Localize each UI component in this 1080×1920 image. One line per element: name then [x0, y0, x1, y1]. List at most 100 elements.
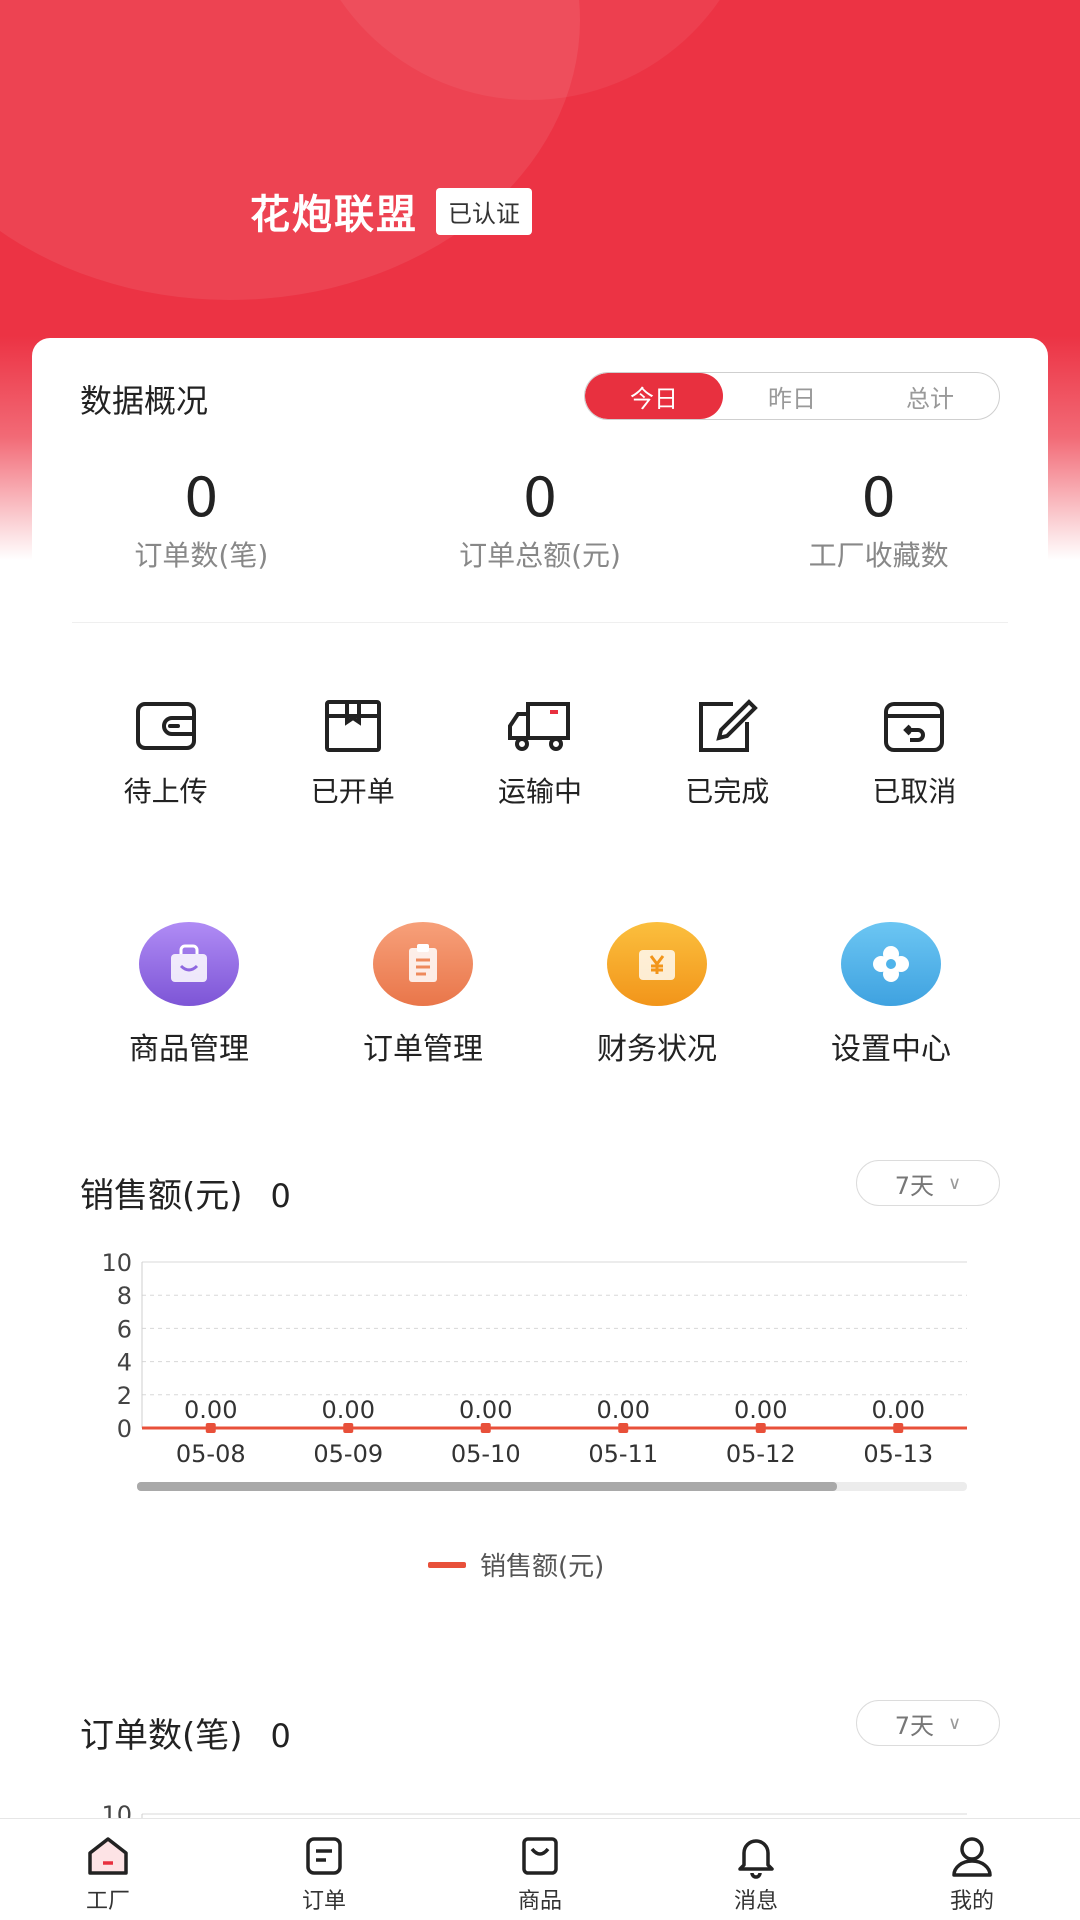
data-label: 0.00 — [597, 1396, 650, 1424]
menu-order-management[interactable]: 订单管理 — [306, 922, 540, 1068]
sales-title: 销售额(元) — [80, 1176, 243, 1216]
chevron-down-icon: ∨ — [948, 1712, 962, 1734]
menu-icon-bg — [607, 922, 707, 1006]
data-label: 0.00 — [184, 1396, 237, 1424]
menu-icon-bg — [373, 922, 473, 1006]
range-label: 7天 — [894, 1171, 935, 1200]
bottom-tab-bar: 工厂 订单 商品 消息 我的 — [0, 1818, 1080, 1920]
sales-value: 0 — [270, 1177, 291, 1215]
stat-value: 0 — [861, 466, 896, 529]
legend-label: 销售额(元) — [480, 1552, 605, 1582]
data-point — [343, 1423, 354, 1433]
stats-row: 0 订单数(笔) 0 订单总额(元) 0 工厂收藏数 — [32, 468, 1048, 574]
tab-total[interactable]: 总计 — [861, 373, 999, 419]
bell-icon — [738, 1839, 774, 1879]
bag-icon — [171, 944, 207, 982]
y-tick-label: 2 — [117, 1382, 132, 1410]
order-status-pending-upload[interactable]: 待上传 — [72, 698, 259, 810]
orders-count-header: 订单数(笔) 0 — [80, 1708, 291, 1757]
tab-label: 工厂 — [85, 1889, 130, 1914]
order-status-label: 已开单 — [310, 775, 395, 808]
factory-home-icon — [88, 1837, 128, 1875]
y-tick-label: 6 — [117, 1315, 132, 1343]
brand-header: 花炮联盟 已认证 — [250, 182, 532, 240]
edit-icon — [699, 699, 759, 752]
y-tick-label: 0 — [117, 1415, 132, 1443]
orders-count-value: 0 — [270, 1717, 291, 1755]
divider — [72, 622, 1008, 623]
order-status-label: 待上传 — [123, 775, 208, 808]
tab-products[interactable]: 商品 — [432, 1819, 648, 1920]
chevron-down-icon: ∨ — [948, 1172, 962, 1194]
order-status-cancelled[interactable]: 已取消 — [821, 698, 1008, 810]
menu-label: 设置中心 — [831, 1032, 951, 1067]
tab-mine[interactable]: 我的 — [864, 1819, 1080, 1920]
tab-label: 商品 — [517, 1889, 562, 1914]
data-label: 0.00 — [872, 1396, 925, 1424]
data-label: 0.00 — [459, 1396, 512, 1424]
data-point — [205, 1423, 216, 1433]
menu-label: 财务状况 — [597, 1032, 717, 1067]
period-switch: 今日 昨日 总计 — [584, 372, 1000, 420]
menu-settings[interactable]: 设置中心 — [774, 922, 1008, 1068]
stat-order-count[interactable]: 0 订单数(笔) — [32, 468, 371, 574]
user-icon — [952, 1837, 992, 1877]
function-menu-row: 商品管理 订单管理 财务状况 设置中心 — [32, 922, 1048, 1068]
stat-favorites[interactable]: 0 工厂收藏数 — [709, 468, 1048, 574]
data-point — [893, 1423, 904, 1433]
order-list-icon — [306, 1837, 342, 1875]
tab-yesterday[interactable]: 昨日 — [723, 373, 861, 419]
x-tick-label: 05-08 — [176, 1440, 246, 1468]
stat-order-amount[interactable]: 0 订单总额(元) — [371, 468, 710, 574]
order-status-completed[interactable]: 已完成 — [634, 698, 821, 810]
return-box-icon — [884, 702, 945, 752]
y-tick-label: 4 — [117, 1349, 132, 1377]
sales-header: 销售额(元) 0 — [80, 1168, 291, 1217]
data-label: 0.00 — [734, 1396, 787, 1424]
yen-icon — [639, 950, 675, 980]
chart-legend[interactable]: 销售额(元) — [428, 1546, 604, 1583]
shop-bag-icon — [522, 1837, 558, 1875]
x-tick-label: 05-10 — [451, 1440, 521, 1468]
overview-title: 数据概况 — [80, 382, 209, 420]
order-status-label: 已取消 — [872, 775, 957, 808]
verified-badge: 已认证 — [436, 187, 532, 235]
flower-gear-icon — [873, 946, 909, 982]
chart-scroll-thumb — [137, 1482, 837, 1491]
tab-factory[interactable]: 工厂 — [0, 1819, 216, 1920]
wallet-icon — [135, 702, 196, 750]
menu-product-management[interactable]: 商品管理 — [72, 922, 306, 1068]
menu-icon-bg — [139, 922, 239, 1006]
range-label: 7天 — [894, 1711, 935, 1740]
order-status-shipping[interactable]: 运输中 — [446, 698, 633, 810]
menu-finance[interactable]: 财务状况 — [540, 922, 774, 1068]
orders-range-select[interactable]: 7天 ∨ — [856, 1700, 1000, 1746]
orders-count-title: 订单数(笔) — [80, 1716, 243, 1756]
box-icon — [324, 700, 381, 752]
stat-label: 订单总额(元) — [459, 539, 621, 572]
menu-label: 订单管理 — [363, 1032, 483, 1067]
main-card: 数据概况 今日 昨日 总计 0 订单数(笔) 0 订单总额(元) 0 工厂收藏数… — [32, 338, 1048, 1848]
legend-swatch — [428, 1561, 466, 1568]
tab-label: 我的 — [949, 1889, 994, 1914]
tab-messages[interactable]: 消息 — [648, 1819, 864, 1920]
sales-range-select[interactable]: 7天 ∨ — [856, 1160, 1000, 1206]
tab-label: 消息 — [733, 1889, 778, 1914]
y-tick-label: 8 — [117, 1282, 132, 1310]
order-status-label: 运输中 — [498, 775, 583, 808]
x-tick-label: 05-12 — [726, 1440, 796, 1468]
x-tick-label: 05-09 — [313, 1440, 383, 1468]
x-tick-label: 05-13 — [863, 1440, 933, 1468]
data-point — [480, 1423, 491, 1433]
menu-label: 商品管理 — [129, 1032, 249, 1067]
data-point — [618, 1423, 629, 1433]
stat-value: 0 — [184, 466, 219, 529]
clipboard-icon — [409, 944, 437, 982]
stat-label: 订单数(笔) — [134, 539, 269, 572]
data-label: 0.00 — [322, 1396, 375, 1424]
tab-orders[interactable]: 订单 — [216, 1819, 432, 1920]
order-status-opened[interactable]: 已开单 — [259, 698, 446, 810]
tab-today[interactable]: 今日 — [585, 373, 723, 419]
stat-label: 工厂收藏数 — [808, 539, 949, 572]
order-status-row: 待上传 已开单 运输中 已完成 已取消 — [32, 698, 1048, 810]
